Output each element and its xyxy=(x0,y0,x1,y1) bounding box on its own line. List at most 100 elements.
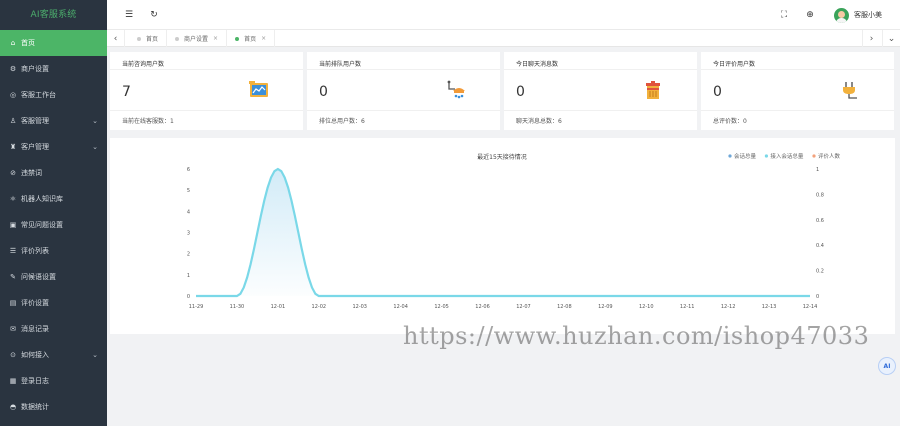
user-icon: ♙ xyxy=(9,117,17,125)
message-icon: ✉ xyxy=(10,325,16,333)
legend-marker xyxy=(812,154,816,158)
sidebar-item-8[interactable]: ☰ 评价列表 xyxy=(0,238,107,264)
greeting-icon: ✎ xyxy=(10,273,16,281)
sidebar-item-3[interactable]: ♙ 客服管理 ⌄ xyxy=(0,108,107,134)
workbench-icon: ◎ xyxy=(9,91,17,99)
x-tick-label: 12-14 xyxy=(803,304,818,310)
legend-label[interactable]: 评价人数 xyxy=(818,152,841,160)
tab-status-dot xyxy=(137,36,141,41)
sidebar-item-12[interactable]: ⊙ 如何接入 ⌄ xyxy=(0,342,107,368)
tab-label: 商户设置 xyxy=(184,36,209,43)
log-icon: ▦ xyxy=(9,377,17,385)
sidebar-item-label: 商户设置 xyxy=(21,65,49,73)
x-tick-label: 12-12 xyxy=(721,304,736,310)
sidebar-item-label: 问候语设置 xyxy=(21,273,56,281)
settings-icon: ⚙ xyxy=(9,65,17,73)
tab-label: 首页 xyxy=(244,36,257,43)
tab-scroll-right-icon[interactable]: › xyxy=(862,30,880,47)
language-icon[interactable]: ⊕ xyxy=(802,7,818,23)
divider xyxy=(504,110,697,111)
tab-0[interactable]: 首页 xyxy=(129,30,168,47)
app-root: AI客服系统 ⌂ 首页 ⚙ 商户设置 ◎ 客服工作台 ♙ 客服管理 ⌄ ♜ 客户管理 ⌄ ⊘ 违禁词 ⚛ 机器… xyxy=(0,0,900,426)
top-header: ☰ ↻ ⛶ ⊕ 客服小美 xyxy=(107,0,900,30)
question-icon: ▣ xyxy=(9,221,17,229)
x-tick-label: 12-03 xyxy=(352,304,367,310)
sidebar-item-label: 消息记录 xyxy=(21,325,49,333)
sidebar-item-6[interactable]: ⚛ 机器人知识库 xyxy=(0,186,107,212)
tab-bar: ‹ 首页 商户设置 × 首页 × › ⌄ xyxy=(107,30,900,47)
divider xyxy=(701,110,894,111)
ai-assistant-button[interactable]: AI xyxy=(878,357,896,375)
y-right-tick-label: 0.4 xyxy=(816,243,824,249)
x-tick-label: 12-05 xyxy=(434,304,449,310)
refresh-icon[interactable]: ↻ xyxy=(146,7,162,23)
sidebar-item-2[interactable]: ◎ 客服工作台 xyxy=(0,82,107,108)
divider xyxy=(110,69,303,70)
sidebar-item-label: 机器人知识库 xyxy=(21,195,63,203)
tab-2[interactable]: 首页 × xyxy=(227,30,276,47)
x-tick-label: 11-29 xyxy=(189,304,204,310)
stat-card-3: 今日评价用户数 0 总评价数：0 xyxy=(701,52,894,130)
sidebar-item-0[interactable]: ⌂ 首页 xyxy=(0,30,107,56)
divider xyxy=(307,69,500,70)
sidebar-item-4[interactable]: ♜ 客户管理 ⌄ xyxy=(0,134,107,160)
y-right-tick-label: 0.8 xyxy=(816,192,824,198)
sidebar-item-label: 常见问题设置 xyxy=(21,221,63,229)
y-left-tick-label: 4 xyxy=(187,209,190,215)
sidebar-item-label: 首页 xyxy=(21,39,35,47)
stat-card-value: 0 xyxy=(516,84,525,100)
stat-card-title: 今日聊天消息数 xyxy=(516,61,559,68)
chevron-down-icon: ⌄ xyxy=(92,117,98,125)
sidebar-item-label: 客服工作台 xyxy=(21,91,56,99)
close-icon[interactable]: × xyxy=(213,35,218,42)
sidebar-item-7[interactable]: ▣ 常见问题设置 xyxy=(0,212,107,238)
stat-card-title: 当前咨询用户数 xyxy=(122,61,165,68)
sidebar-item-11[interactable]: ✉ 消息记录 xyxy=(0,316,107,342)
sidebar-item-13[interactable]: ▦ 登录日志 xyxy=(0,368,107,394)
connect-icon: ⊙ xyxy=(10,351,16,359)
y-left-tick-label: 1 xyxy=(187,273,190,279)
x-tick-label: 12-04 xyxy=(393,304,408,310)
home-icon: ⌂ xyxy=(10,39,16,47)
fullscreen-icon[interactable]: ⛶ xyxy=(776,7,792,23)
sidebar-item-10[interactable]: ▤ 评价设置 xyxy=(0,290,107,316)
reception-chart: 最近15天接待情况 会话总量 接入会话总量 评价人数 0 1 2 3 4 5 6 0 0.2 0.4 0.6… xyxy=(187,152,841,310)
legend-label[interactable]: 会话总量 xyxy=(734,152,757,160)
sidebar-item-1[interactable]: ⚙ 商户设置 xyxy=(0,56,107,82)
x-tick-label: 12-06 xyxy=(475,304,490,310)
tab-more-icon[interactable]: ⌄ xyxy=(882,30,900,47)
app-logo[interactable]: AI客服系统 xyxy=(0,0,107,30)
robot-arm-icon xyxy=(444,78,468,102)
stat-card-footer: 排位总用户数：6 xyxy=(319,118,365,125)
y-left-tick-label: 5 xyxy=(187,188,190,194)
stats-icon: ◓ xyxy=(9,403,17,411)
reception-chart-panel: 最近15天接待情况 会话总量 接入会话总量 评价人数 0 1 2 3 4 5 6 0 0.2 0.4 0.6… xyxy=(110,138,895,334)
sidebar-item-label: 评价列表 xyxy=(21,247,49,255)
sidebar-item-label: 登录日志 xyxy=(21,377,49,385)
y-left-tick-label: 6 xyxy=(187,167,190,173)
legend-label[interactable]: 接入会话总量 xyxy=(770,152,804,160)
user-menu[interactable]: 客服小美 xyxy=(834,6,882,24)
menu-toggle-icon[interactable]: ☰ xyxy=(121,7,137,23)
x-tick-label: 12-11 xyxy=(680,304,695,310)
tab-1[interactable]: 商户设置 × xyxy=(167,30,228,47)
divider xyxy=(504,69,697,70)
sidebar-item-label: 违禁词 xyxy=(21,169,42,177)
stat-card-title: 今日评价用户数 xyxy=(713,61,756,68)
stat-card-2: 今日聊天消息数 0 聊天消息总数：6 xyxy=(504,52,697,130)
sidebar-item-9[interactable]: ✎ 问候语设置 xyxy=(0,264,107,290)
close-icon[interactable]: × xyxy=(261,35,266,42)
sidebar-item-14[interactable]: ◓ 数据统计 xyxy=(0,394,107,420)
y-right-tick-label: 0 xyxy=(816,294,819,300)
customers-icon: ♜ xyxy=(9,143,17,151)
stat-card-footer: 聊天消息总数：6 xyxy=(516,118,562,125)
trash-bin-icon xyxy=(641,78,665,102)
sidebar-item-label: 评价设置 xyxy=(21,299,49,307)
y-left-tick-label: 3 xyxy=(187,231,190,237)
sidebar-item-5[interactable]: ⊘ 违禁词 xyxy=(0,160,107,186)
divider xyxy=(701,69,894,70)
tab-scroll-left-icon[interactable]: ‹ xyxy=(107,30,125,47)
chevron-down-icon: ⌄ xyxy=(92,351,98,359)
chart-board-icon xyxy=(247,78,271,102)
divider xyxy=(307,110,500,111)
